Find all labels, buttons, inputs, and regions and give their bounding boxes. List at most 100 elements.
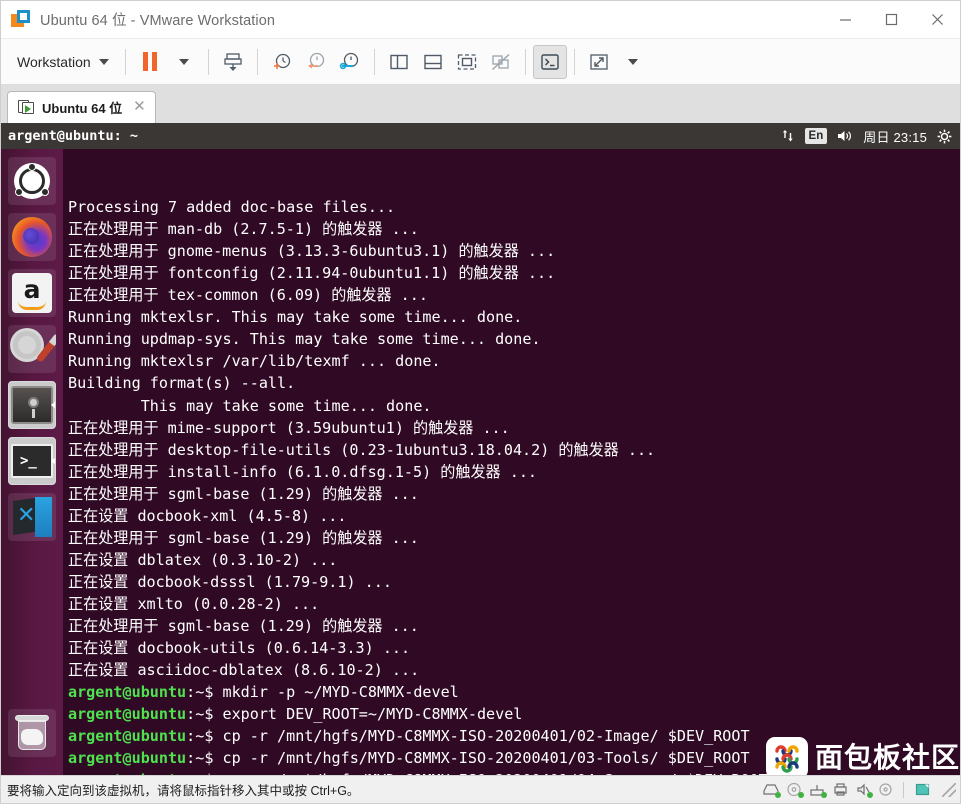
panel-left-icon — [389, 54, 408, 69]
gear-icon[interactable] — [937, 129, 952, 144]
console-view-button[interactable] — [532, 44, 567, 79]
terminal-output-line: Processing 7 added doc-base files... — [68, 198, 396, 217]
vm-tab-bar: Ubuntu 64 位 ✕ — [1, 85, 960, 123]
network-updown-icon[interactable] — [781, 129, 795, 143]
launcher-item-terminal[interactable]: >_ — [8, 437, 56, 485]
maximize-button[interactable] — [868, 1, 914, 39]
terminal-output: Processing 7 added doc-base files... 正在处理… — [68, 196, 960, 775]
stretch-view-button[interactable] — [582, 45, 616, 79]
chevron-down-icon — [178, 58, 189, 65]
terminal-window[interactable]: Processing 7 added doc-base files... 正在处理… — [63, 149, 960, 775]
terminal-prompt-path: :~$ — [186, 749, 223, 768]
volume-icon[interactable] — [837, 129, 853, 143]
terminal-output-line: Building format(s) --all. — [68, 374, 296, 393]
workstation-menu-label: Workstation — [17, 53, 91, 70]
trash-icon — [15, 715, 49, 751]
terminal-prompt: argent@ubuntu — [68, 727, 187, 746]
vmware-logo — [11, 9, 31, 30]
ubuntu-dash-icon — [14, 163, 50, 199]
toolbar-divider — [124, 48, 126, 75]
panel-clock[interactable]: 周日 23:15 — [863, 127, 927, 146]
pause-dropdown-button[interactable] — [167, 45, 201, 79]
stretch-dropdown-button[interactable] — [616, 45, 650, 79]
window-title: Ubuntu 64 位 - VMware Workstation — [40, 13, 276, 29]
main-toolbar: Workstation — [1, 39, 960, 85]
vm-display[interactable]: argent@ubuntu: ~ En 周日 23:15 a >_ ✕ Proc… — [1, 123, 960, 775]
terminal-command-line: argent@ubuntu:~$ cp -r /mnt/hgfs/MYD-C8M… — [68, 747, 960, 769]
manage-snapshot-button[interactable] — [216, 45, 250, 79]
launcher-item-trash[interactable] — [8, 709, 56, 757]
ubuntu-top-panel: argent@ubuntu: ~ En 周日 23:15 — [1, 123, 960, 149]
snapshot-manager-button[interactable] — [333, 45, 367, 79]
terminal-prompt: argent@ubuntu — [68, 705, 187, 724]
terminal-output-line: Running mktexlsr /var/lib/texmf ... done… — [68, 352, 441, 371]
keyboard-layout-indicator[interactable]: En — [804, 127, 828, 145]
fullscreen-button[interactable] — [450, 45, 484, 79]
terminal-prompt-path: :~$ — [186, 683, 223, 702]
terminal-icon: >_ — [11, 444, 53, 478]
vm-tab-close-button[interactable]: ✕ — [129, 99, 148, 116]
close-button[interactable] — [914, 1, 960, 39]
snapshot-save-icon — [224, 52, 242, 71]
launcher-item-firefox[interactable] — [8, 213, 56, 261]
show-sidebar-button[interactable] — [382, 45, 416, 79]
vm-running-icon — [18, 100, 35, 115]
launcher-item-vscode[interactable]: ✕ — [8, 493, 56, 541]
terminal-output-line: Running mktexlsr. This may take some tim… — [68, 308, 523, 327]
take-snapshot-button[interactable] — [265, 45, 299, 79]
launcher-item-files[interactable] — [8, 381, 56, 429]
status-display-icon[interactable] — [914, 782, 931, 797]
terminal-command-text: cp -r /mnt/hgfs/MYD-C8MMX-ISO-20200401/0… — [223, 771, 768, 775]
status-network-icon[interactable] — [809, 782, 827, 798]
status-printer-icon[interactable] — [832, 782, 849, 797]
launcher-item-amazon[interactable]: a — [8, 269, 56, 317]
pause-vm-button[interactable] — [133, 45, 167, 79]
terminal-prompt: argent@ubuntu — [68, 683, 187, 702]
safe-icon — [11, 386, 53, 424]
terminal-output-line: 正在处理用于 fontconfig (2.11.94-0ubuntu1.1) 的… — [68, 264, 556, 283]
firefox-icon — [12, 217, 52, 257]
terminal-output-line: This may take some time... done. — [68, 396, 432, 415]
unity-launcher: a >_ ✕ — [1, 149, 63, 775]
terminal-output-line: 正在处理用于 sgml-base (1.29) 的触发器 ... — [68, 528, 419, 547]
terminal-output-line: 正在处理用于 mime-support (3.59ubuntu1) 的触发器 .… — [68, 418, 510, 437]
tools-gear-wrench-icon — [11, 328, 56, 370]
panel-bottom-icon — [423, 54, 442, 69]
terminal-prompt-path: :~$ — [186, 727, 223, 746]
expand-arrows-icon — [590, 53, 608, 70]
workstation-menu-button[interactable]: Workstation — [7, 49, 118, 75]
terminal-output-line: 正在设置 asciidoc-dblatex (8.6.10-2) ... — [68, 661, 420, 680]
terminal-command-text: cp -r /mnt/hgfs/MYD-C8MMX-ISO-20200401/0… — [222, 749, 750, 768]
terminal-icon — [540, 53, 559, 70]
revert-snapshot-button[interactable] — [299, 45, 333, 79]
toolbar-divider — [573, 48, 575, 75]
terminal-output-line: 正在设置 docbook-dsssl (1.79-9.1) ... — [68, 572, 392, 591]
amazon-icon: a — [12, 273, 52, 313]
terminal-command-text: cp -r /mnt/hgfs/MYD-C8MMX-ISO-20200401/0… — [222, 727, 750, 746]
clock-wrench-icon — [339, 52, 358, 69]
panel-window-title: argent@ubuntu: ~ — [8, 128, 139, 144]
chevron-down-icon — [627, 58, 638, 65]
terminal-output-line: 正在处理用于 install-info (6.1.0.dfsg.1-5) 的触发… — [68, 462, 537, 481]
minimize-button[interactable] — [822, 1, 868, 39]
launcher-item-software[interactable] — [8, 325, 56, 373]
show-console-button[interactable] — [416, 45, 450, 79]
launcher-item-dash[interactable] — [8, 157, 56, 205]
terminal-prompt-path: :~$ — [186, 705, 223, 724]
terminal-output-line: 正在处理用于 tex-common (6.09) 的触发器 ... — [68, 286, 428, 305]
title-bar: Ubuntu 64 位 - VMware Workstation — [1, 1, 960, 39]
resize-grip[interactable] — [942, 782, 956, 797]
unity-mode-button[interactable] — [484, 45, 518, 79]
vm-tab-ubuntu[interactable]: Ubuntu 64 位 ✕ — [7, 91, 156, 123]
status-usb-icon[interactable] — [878, 782, 893, 797]
status-sound-icon[interactable] — [856, 782, 873, 798]
pause-icon — [142, 52, 157, 71]
terminal-output-line: Running updmap-sys. This may take some t… — [68, 330, 541, 349]
status-harddisk-icon[interactable] — [762, 782, 781, 798]
unity-mode-disabled-icon — [491, 53, 510, 70]
terminal-command-text: mkdir -p ~/MYD-C8MMX-devel — [222, 683, 459, 702]
terminal-command-line: argent@ubuntu:~$ cp -r /mnt/hgfs/MYD-C8M… — [68, 725, 960, 747]
terminal-output-line: 正在设置 docbook-utils (0.6.14-3.3) ... — [68, 639, 411, 658]
status-device-icons — [762, 781, 956, 798]
status-cdrom-icon[interactable] — [786, 782, 804, 798]
